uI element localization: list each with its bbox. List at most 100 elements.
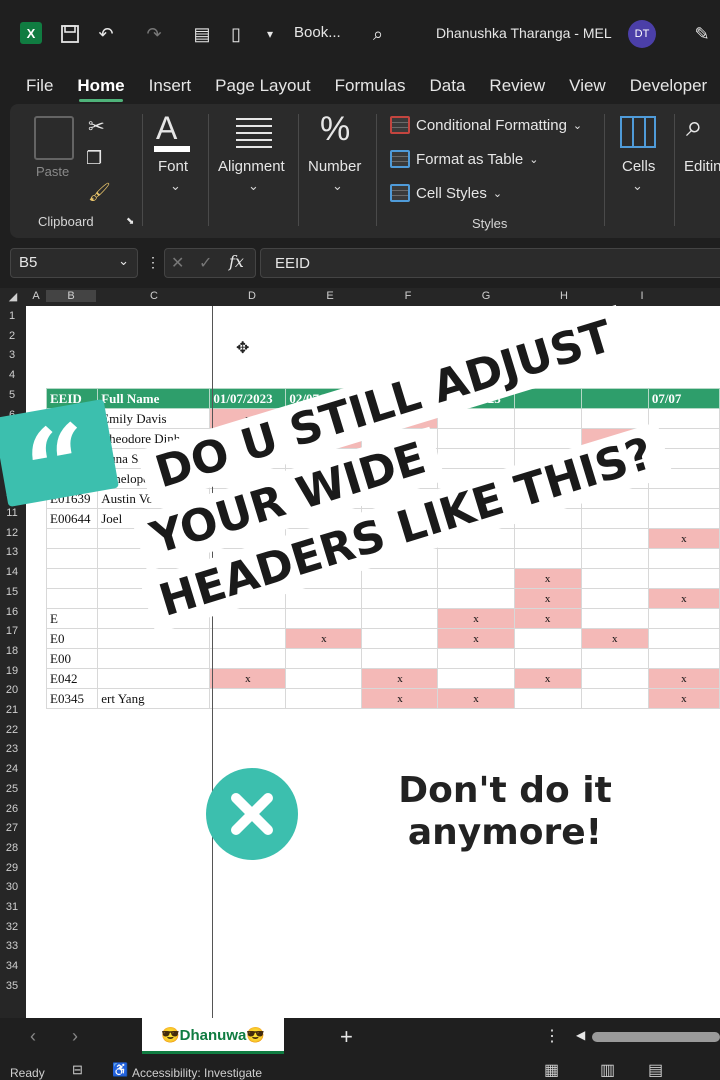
attendance-cell[interactable]	[209, 548, 287, 569]
attendance-cell[interactable]	[513, 428, 582, 449]
attendance-cell[interactable]	[361, 448, 439, 469]
attendance-cell[interactable]: x	[513, 668, 582, 689]
attendance-cell[interactable]: x	[285, 428, 363, 449]
attendance-cell[interactable]	[437, 668, 515, 689]
formula-input[interactable]: EEID	[260, 248, 720, 278]
attendance-cell[interactable]	[361, 588, 439, 609]
attendance-cell[interactable]: x	[580, 628, 649, 649]
attendance-cell[interactable]: x	[361, 408, 439, 429]
cells-button[interactable]: Cells	[622, 158, 655, 175]
more-options-icon[interactable]: ⋮	[146, 254, 160, 271]
column-header-c[interactable]: C	[96, 290, 212, 302]
attendance-cell[interactable]	[285, 688, 363, 709]
attendance-cell[interactable]	[647, 408, 720, 429]
attendance-cell[interactable]	[580, 508, 649, 529]
eeid-cell[interactable]	[45, 568, 99, 589]
tab-home[interactable]: Home	[65, 68, 136, 104]
attendance-cell[interactable]	[513, 688, 582, 709]
attendance-cell[interactable]: x	[437, 608, 515, 629]
table-header-cell[interactable]: 07/07	[647, 388, 720, 409]
tab-data[interactable]: Data	[418, 68, 478, 104]
row-header[interactable]: 17	[0, 625, 24, 637]
column-header-g[interactable]: G	[448, 290, 524, 302]
row-header[interactable]: 1	[0, 310, 24, 322]
accessibility-icon[interactable]: ♿	[112, 1062, 128, 1078]
row-header[interactable]: 12	[0, 527, 24, 539]
row-header[interactable]: 28	[0, 842, 24, 854]
attendance-cell[interactable]	[580, 648, 649, 669]
attendance-cell[interactable]	[361, 508, 439, 529]
attendance-cell[interactable]: x	[361, 668, 439, 689]
row-header[interactable]: 11	[0, 507, 24, 519]
attendance-cell[interactable]: x	[285, 628, 363, 649]
attendance-cell[interactable]	[361, 488, 439, 509]
cancel-icon[interactable]: ✕	[171, 253, 184, 273]
search-icon[interactable]: ⌕	[366, 22, 390, 46]
attendance-cell[interactable]	[361, 428, 439, 449]
attendance-cell[interactable]	[209, 448, 287, 469]
file-name[interactable]: Book...	[294, 24, 341, 41]
attendance-cell[interactable]	[285, 608, 363, 629]
copy-icon[interactable]: ❐	[86, 148, 102, 169]
scroll-left-arrow-icon[interactable]: ◀	[576, 1028, 585, 1042]
attendance-cell[interactable]	[580, 548, 649, 569]
attendance-cell[interactable]: x	[209, 408, 287, 429]
undo-icon[interactable]: ↶	[94, 22, 118, 46]
tab-review[interactable]: Review	[477, 68, 557, 104]
attendance-cell[interactable]	[209, 608, 287, 629]
attendance-cell[interactable]	[285, 488, 363, 509]
attendance-cell[interactable]	[513, 648, 582, 669]
attendance-cell[interactable]	[285, 508, 363, 529]
attendance-cell[interactable]	[580, 688, 649, 709]
attendance-cell[interactable]	[285, 668, 363, 689]
attendance-cell[interactable]	[361, 628, 439, 649]
row-header[interactable]: 2	[0, 330, 24, 342]
row-header[interactable]: 22	[0, 724, 24, 736]
attendance-cell[interactable]	[209, 508, 287, 529]
select-all-corner[interactable]: ◢	[4, 290, 22, 303]
conditional-formatting-button[interactable]: Conditional Formatting ⌄	[390, 116, 582, 134]
attendance-cell[interactable]	[437, 408, 515, 429]
attendance-cell[interactable]	[580, 488, 649, 509]
cut-icon[interactable]: ✂	[88, 114, 105, 139]
row-header[interactable]: 33	[0, 940, 24, 952]
attendance-cell[interactable]: x	[647, 688, 720, 709]
cells-icon[interactable]	[620, 116, 656, 148]
accessibility-status[interactable]: Accessibility: Investigate	[132, 1066, 262, 1080]
attendance-cell[interactable]	[437, 588, 515, 609]
attendance-cell[interactable]	[361, 568, 439, 589]
eeid-cell[interactable]	[45, 548, 99, 569]
row-header[interactable]: 20	[0, 684, 24, 696]
attendance-cell[interactable]	[209, 588, 287, 609]
worksheet-grid[interactable]: EEID Full Name 01/07/2023 02/07/2023 03/07/2…	[26, 306, 720, 1018]
attendance-cell[interactable]	[437, 428, 515, 449]
add-sheet-icon[interactable]: +	[340, 1024, 353, 1050]
tab-formulas[interactable]: Formulas	[323, 68, 418, 104]
row-header[interactable]: 16	[0, 606, 24, 618]
row-header[interactable]: 3	[0, 349, 24, 361]
attendance-cell[interactable]	[285, 448, 363, 469]
attendance-cell[interactable]	[285, 548, 363, 569]
row-header[interactable]: 27	[0, 822, 24, 834]
column-header-b[interactable]: B	[46, 290, 96, 302]
attendance-cell[interactable]	[647, 508, 720, 529]
row-header[interactable]: 32	[0, 921, 24, 933]
column-header-e[interactable]: E	[292, 290, 368, 302]
attendance-cell[interactable]	[513, 548, 582, 569]
attendance-cell[interactable]: x	[580, 448, 649, 469]
column-header-d[interactable]: D	[214, 290, 290, 302]
avatar[interactable]: DT	[628, 20, 656, 48]
name-cell[interactable]	[97, 668, 211, 689]
table-header-cell[interactable]: 03/07/2023	[361, 388, 439, 409]
scroll-right-icon[interactable]: ›	[72, 1026, 78, 1047]
alignment-icon[interactable]	[236, 118, 272, 148]
font-icon[interactable]: A	[156, 110, 177, 147]
attendance-cell[interactable]: x	[647, 528, 720, 549]
attendance-cell[interactable]	[580, 668, 649, 689]
editing-search-icon[interactable]: ⌕	[686, 110, 703, 144]
row-header[interactable]: 29	[0, 862, 24, 874]
horizontal-scrollbar[interactable]: ◀	[576, 1028, 720, 1042]
row-header[interactable]: 31	[0, 901, 24, 913]
attendance-cell[interactable]: x	[513, 588, 582, 609]
attendance-cell[interactable]	[209, 568, 287, 589]
